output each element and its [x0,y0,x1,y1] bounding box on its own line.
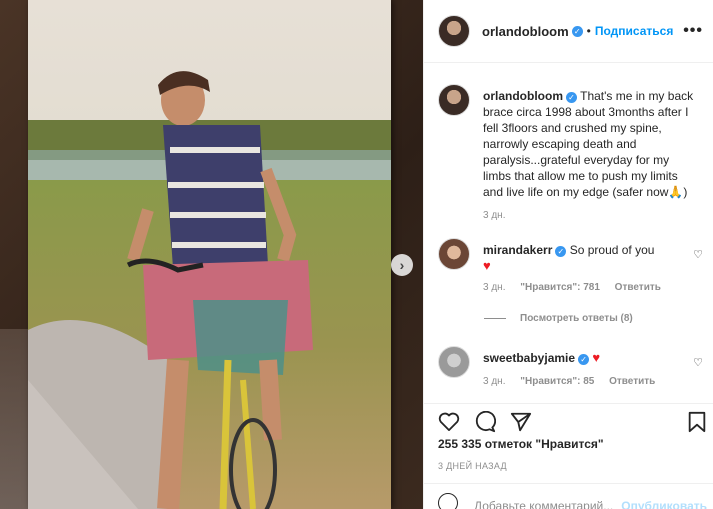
publish-button[interactable]: Опубликовать [621,499,707,509]
author-info: orlandobloom ✓ • Подписаться [482,24,673,39]
comment-icon[interactable] [474,411,496,433]
author-avatar[interactable] [438,15,470,47]
verified-icon: ✓ [578,354,590,365]
comment-username[interactable]: sweetbabyjamie [483,351,575,365]
caption-time[interactable]: 3 дн. [483,210,505,221]
caption-avatar[interactable] [438,84,470,116]
commenter-avatar[interactable] [438,238,470,270]
action-bar [424,403,713,437]
author-username[interactable]: orlandobloom [482,24,569,39]
caption-body: That's me in my back brace circa 1998 ab… [483,89,694,199]
comments-list[interactable]: orlandobloom ✓ That's me in my back brace… [424,64,713,402]
comment-text: mirandakerr ✓ So proud of you ♥ [483,242,677,274]
carousel-next-button[interactable]: › [391,254,413,276]
comment-likes[interactable]: "Нравится": 781 [520,282,600,293]
view-replies[interactable]: Посмотреть ответы (8) [484,313,633,324]
caption-meta: 3 дн. [483,210,697,221]
red-heart-emoji: ♥ [592,350,601,365]
post-media[interactable]: › [0,0,423,509]
likes-count[interactable]: 255 335 отметок "Нравится" [438,437,604,451]
comment-meta: 3 дн. "Нравится": 85 Ответить [483,376,677,387]
caption-username[interactable]: orlandobloom [483,89,563,103]
comment-meta: 3 дн. "Нравится": 781 Ответить [483,282,677,293]
heart-icon[interactable] [438,411,460,431]
comment-body: So proud of you [569,243,655,257]
comment-like-icon[interactable]: ♡ [693,248,703,261]
follow-button[interactable]: Подписаться [595,24,673,38]
verified-icon: ✓ [571,25,583,37]
red-heart-emoji: ♥ [483,258,491,273]
post-date[interactable]: 3 ДНЕЙ НАЗАД [438,461,507,471]
more-options-icon[interactable]: ••• [683,22,703,40]
commenter-avatar[interactable] [438,346,470,378]
view-replies-label[interactable]: Посмотреть ответы (8) [520,313,633,324]
comment-input[interactable]: Добавьте комментарий... [474,499,613,509]
comment-username[interactable]: mirandakerr [483,243,552,257]
reply-button[interactable]: Ответить [609,376,655,387]
paper-plane-icon[interactable] [510,411,532,433]
comment-likes[interactable]: "Нравится": 85 [520,376,594,387]
bookmark-icon[interactable] [687,411,707,433]
reply-button[interactable]: Ответить [615,282,661,293]
comment-like-icon[interactable]: ♡ [693,356,703,369]
caption-text: orlandobloom ✓ That's me in my back brace… [483,88,697,200]
post-photo [28,0,391,509]
add-comment-bar: Добавьте комментарий... Опубликовать [424,483,713,509]
post-header: orlandobloom ✓ • Подписаться ••• [424,0,713,63]
comment-text: sweetbabyjamie ✓ ♥ [483,350,677,366]
separator-dot: • [586,24,591,38]
comment-time[interactable]: 3 дн. [483,376,505,387]
verified-icon: ✓ [566,92,577,103]
post-sidebar: orlandobloom ✓ • Подписаться ••• orlando… [423,0,713,509]
replies-line [484,318,506,319]
verified-icon: ✓ [555,246,567,257]
emoji-icon[interactable] [438,493,458,509]
comment-time[interactable]: 3 дн. [483,282,505,293]
